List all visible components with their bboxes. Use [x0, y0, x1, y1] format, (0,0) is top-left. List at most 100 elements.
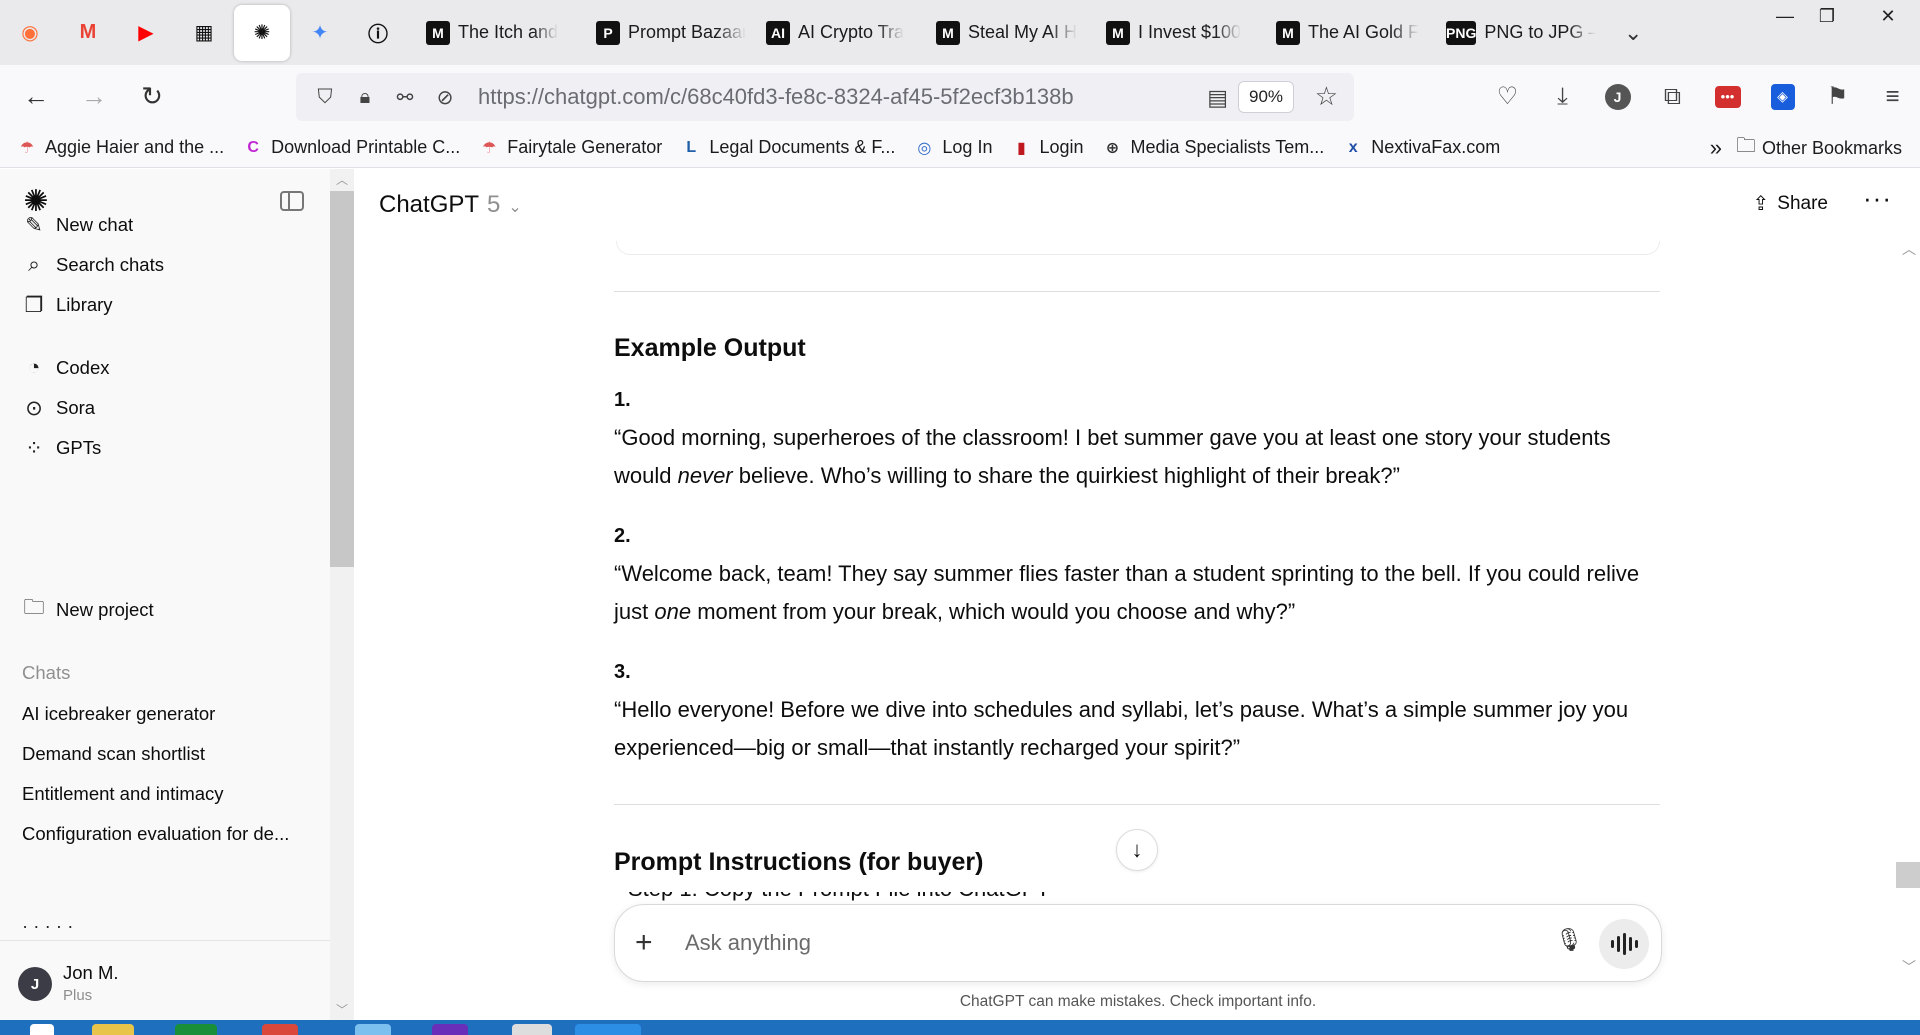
chevron-double-right-icon[interactable]: » — [1710, 135, 1722, 161]
taskbar-app[interactable] — [262, 1024, 298, 1035]
taskbar-app[interactable] — [175, 1024, 217, 1035]
close-icon[interactable]: ✕ — [1856, 0, 1920, 32]
pinned-tab[interactable]: ✺ — [234, 4, 290, 61]
url-text[interactable]: https://chatgpt.com/c/68c40fd3-fe8c-8324… — [478, 84, 1074, 110]
browser-tab[interactable]: M The AI Gold F — [1266, 11, 1436, 55]
forward-button[interactable]: → — [72, 75, 116, 119]
back-button[interactable]: ← — [14, 75, 58, 119]
microphone-icon[interactable]: 🎙︎ — [1555, 927, 1583, 953]
voice-mode-button[interactable] — [1599, 919, 1649, 969]
pinned-tab[interactable]: ✦ — [292, 5, 348, 61]
browser-tab[interactable]: M Steal My AI H — [926, 11, 1096, 55]
scroll-down-icon[interactable]: ﹀ — [1902, 957, 1916, 977]
sidebar-toggle-icon[interactable] — [280, 191, 304, 211]
taskbar-app[interactable] — [512, 1024, 552, 1035]
codex-icon: ◔ — [27, 356, 41, 379]
chat-list-item[interactable]: AI icebreaker generator — [22, 703, 215, 725]
permissions-icon[interactable]: ⚯ — [390, 85, 420, 110]
user-name[interactable]: Jon M. — [63, 962, 119, 984]
reader-view-icon[interactable]: ▤ — [1207, 85, 1228, 111]
taskbar-app[interactable] — [30, 1024, 54, 1035]
browser-tab[interactable]: PNG PNG to JPG – — [1436, 11, 1606, 55]
chat-list-item[interactable]: Demand scan shortlist — [22, 743, 205, 765]
tab-title: Prompt Bazaar — [628, 22, 746, 42]
output-number-1: 1. — [614, 389, 631, 411]
pinned-tab[interactable]: M — [60, 5, 116, 61]
main-panel: ChatGPT 5 ⌄ ⇪ Share ··· Example Output 1… — [355, 169, 1920, 1020]
pinned-tab[interactable]: ▶ — [118, 5, 174, 61]
lastpass-icon[interactable]: ••• — [1700, 75, 1755, 119]
main-header: ChatGPT 5 ⌄ ⇪ Share ··· — [355, 169, 1920, 241]
bookmark-item[interactable]: ⊕ Media Specialists Tem... — [1102, 137, 1325, 159]
bookmark-item[interactable]: x NextivaFax.com — [1342, 137, 1501, 159]
new-project-button[interactable]: 🗀 New project — [22, 592, 154, 628]
output-text-1: “Good morning, superheroes of the classr… — [614, 425, 1611, 488]
share-button[interactable]: ⇪ Share — [1753, 191, 1828, 216]
pinned-tab[interactable]: ▦ — [176, 5, 232, 61]
url-bar[interactable]: ⛉ 🔒︎ ⚯ ⊘ https://chatgpt.com/c/68c40fd3-… — [296, 73, 1354, 121]
list-all-tabs-icon[interactable]: ⌄ — [1624, 20, 1642, 46]
avatar[interactable]: J — [18, 967, 52, 1001]
other-bookmarks[interactable]: 🗀 Other Bookmarks — [1736, 131, 1902, 165]
chat-item-cut[interactable]: · · · · · — [22, 925, 73, 939]
model-selector[interactable]: ChatGPT 5 ⌄ — [379, 191, 522, 219]
account-icon[interactable]: J — [1590, 75, 1645, 119]
scroll-down-icon[interactable]: ﹀ — [336, 1001, 348, 1018]
sidebar-item-library[interactable]: ❐ Library — [22, 287, 113, 323]
extension-flag-icon[interactable]: ⚑ — [1810, 75, 1865, 119]
bookmark-item[interactable]: ◎ Log In — [913, 137, 992, 159]
prompt-input[interactable] — [685, 923, 1505, 963]
scroll-to-bottom-button[interactable]: ↓ — [1116, 829, 1158, 871]
tab-title: Steal My AI H — [968, 22, 1078, 42]
sidebar-item-sora[interactable]: ⊙ Sora — [22, 390, 95, 426]
pinned-tab[interactable]: ◉ — [2, 5, 58, 61]
bookmark-item[interactable]: ▮ Login — [1010, 137, 1083, 159]
sidebar-item-new-chat[interactable]: ✎ New chat — [22, 207, 133, 243]
browser-tab[interactable]: M I Invest $100 — [1096, 11, 1266, 55]
scroll-up-icon[interactable]: ︿ — [1902, 239, 1916, 259]
tracking-off-icon[interactable]: ⊘ — [430, 85, 460, 110]
nav-bar: ← → ↻ ⛉ 🔒︎ ⚯ ⊘ https://chatgpt.com/c/68c… — [0, 65, 1920, 128]
sidebar-item-codex[interactable]: ◔ Codex — [22, 350, 110, 386]
main-scroll-thumb[interactable] — [1896, 862, 1920, 888]
browser-tab[interactable]: M The Itch and — [416, 11, 586, 55]
chevron-down-icon: ⌄ — [508, 199, 522, 216]
lock-icon[interactable]: 🔒︎ — [350, 86, 380, 109]
shield-icon[interactable]: ⛉ — [310, 86, 340, 109]
chat-list-item[interactable]: Configuration evaluation for de... — [22, 823, 289, 845]
pinned-tab[interactable]: ⓘ — [350, 5, 406, 61]
chat-list-item[interactable]: Entitlement and intimacy — [22, 783, 224, 805]
tab-strip: ◉ M ▶ ▦ ✺ ✦ ⓘ M The Itch and P Prompt Bazaar AI AI … — [0, 0, 1920, 65]
downloads-icon[interactable]: ⤓ — [1535, 75, 1590, 119]
more-options-icon[interactable]: ··· — [1863, 183, 1892, 214]
sidebar-item-gpts[interactable]: ⁘ GPTs — [22, 430, 101, 466]
other-bookmarks-label: Other Bookmarks — [1761, 137, 1902, 158]
taskbar-app[interactable] — [92, 1024, 134, 1035]
sidebar-item-search-chats[interactable]: ⌕ Search chats — [22, 247, 164, 283]
bookmark-star-icon[interactable]: ☆ — [1315, 81, 1338, 112]
bitwarden-icon[interactable]: ◈ — [1755, 75, 1810, 119]
bookmark-label: Media Specialists Tem... — [1130, 137, 1325, 157]
bookmark-item[interactable]: ☂ Fairytale Generator — [478, 137, 662, 159]
chatgpt-icon: ✺ — [253, 22, 271, 44]
plus-icon[interactable]: + — [635, 925, 653, 961]
pocket-icon[interactable]: ♡ — [1480, 75, 1535, 119]
menu-icon[interactable]: ≡ — [1865, 75, 1920, 119]
scroll-up-icon[interactable]: ︿ — [336, 171, 348, 188]
bookmark-item[interactable]: C Download Printable C... — [242, 137, 460, 159]
reload-button[interactable]: ↻ — [130, 75, 174, 119]
taskbar-app[interactable] — [575, 1024, 641, 1035]
browser-tab[interactable]: AI AI Crypto Tra — [756, 11, 926, 55]
zoom-level[interactable]: 90% — [1238, 81, 1294, 113]
bookmark-item[interactable]: ☂ Aggie Haier and the ... — [16, 137, 224, 159]
grid-app-icon: ▦ — [194, 22, 214, 44]
browser-tab[interactable]: P Prompt Bazaar — [586, 11, 756, 55]
output-number-2: 2. — [614, 525, 631, 547]
restore-icon[interactable]: ❐ — [1802, 0, 1852, 32]
taskbar-app[interactable] — [432, 1024, 468, 1035]
main-scrollbar[interactable]: ︿ ﹀ — [1896, 209, 1920, 975]
taskbar-app[interactable] — [355, 1024, 391, 1035]
bookmark-item[interactable]: L Legal Documents & F... — [680, 137, 895, 159]
extensions-icon[interactable]: ⧉ — [1645, 75, 1700, 119]
sidebar-scroll-thumb[interactable] — [330, 191, 354, 567]
